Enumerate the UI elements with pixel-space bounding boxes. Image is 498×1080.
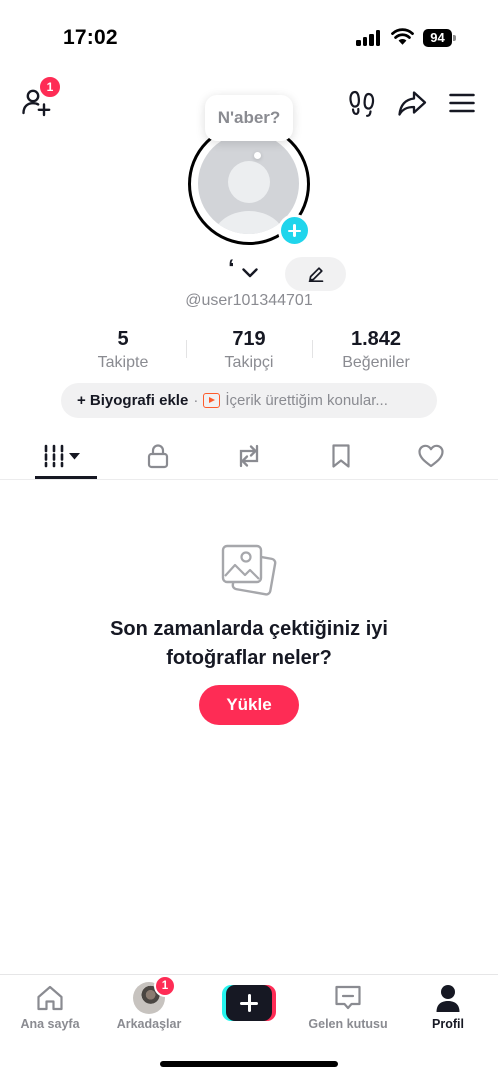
friends-badge: 1	[154, 975, 176, 997]
pencil-icon	[308, 267, 323, 283]
followers-label: Takipçi	[224, 354, 274, 371]
empty-state-title-line-1: Son zamanlarda çektiğiniz iyi	[110, 618, 388, 640]
photos-icon	[221, 544, 277, 596]
add-avatar-icon[interactable]	[278, 214, 311, 247]
nav-friends[interactable]: Arkadaşlar	[101, 982, 197, 1032]
display-name: ‘	[228, 255, 235, 282]
add-bio-button[interactable]: + Biyografi ekle	[77, 392, 188, 409]
upload-button[interactable]: Yükle	[199, 685, 299, 725]
tab-private[interactable]	[136, 434, 180, 478]
empty-state-title-line-2: fotoğraflar neler?	[166, 647, 332, 669]
repost-icon	[239, 444, 259, 468]
likes-label: Beğeniler	[342, 354, 410, 371]
stat-divider	[312, 340, 313, 358]
signal-icon	[356, 30, 382, 46]
nav-profile-label: Profil	[432, 1017, 464, 1031]
tabs-divider	[0, 479, 498, 480]
bubble-tail	[254, 152, 261, 159]
wifi-icon	[391, 28, 414, 45]
menu-button[interactable]	[448, 90, 476, 116]
menu-icon	[449, 93, 475, 113]
status-bar: 17:02 94	[0, 0, 498, 70]
nav-inbox[interactable]: Gelen kutusu	[300, 982, 396, 1032]
bottom-nav-divider	[0, 974, 498, 975]
bio-bar[interactable]: + Biyografi ekle · İçerik ürettiğim konu…	[61, 383, 437, 418]
add-friend-badge: 1	[38, 75, 62, 99]
stat-likes[interactable]: 1.842 Beğeniler	[330, 327, 422, 373]
tab-favorites[interactable]	[319, 434, 363, 478]
profile-views-button[interactable]	[346, 88, 378, 118]
nav-home-label: Ana sayfa	[20, 1017, 80, 1031]
likes-count: 1.842	[350, 328, 402, 350]
status-time: 17:02	[63, 26, 118, 49]
profile-icon	[436, 985, 460, 1012]
bio-separator: ·	[193, 392, 199, 409]
following-count: 5	[117, 328, 129, 350]
tab-liked[interactable]	[409, 434, 453, 478]
share-icon	[398, 91, 427, 116]
followers-count: 719	[232, 328, 266, 350]
empty-state-title: Son zamanlarda çektiğiniz iyi fotoğrafla…	[0, 615, 498, 673]
content-topics-button[interactable]: İçerik ürettiğim konular...	[225, 392, 388, 409]
heart-icon	[418, 444, 444, 468]
nav-friends-label: Arkadaşlar	[116, 1017, 182, 1031]
inbox-icon	[335, 985, 361, 1010]
bookmark-icon	[332, 444, 350, 468]
stat-followers[interactable]: 719 Takipçi	[208, 327, 290, 373]
nav-inbox-label: Gelen kutusu	[308, 1017, 388, 1031]
create-button[interactable]	[222, 985, 276, 1021]
nav-home[interactable]: Ana sayfa	[2, 982, 98, 1032]
following-label: Takipte	[97, 354, 149, 371]
tab-reposts[interactable]	[227, 434, 271, 478]
home-indicator	[160, 1061, 338, 1067]
battery-level: 94	[423, 29, 452, 47]
tab-videos[interactable]	[36, 434, 96, 478]
edit-profile-button[interactable]	[285, 257, 346, 291]
plus-icon	[226, 985, 272, 1021]
status-note-bubble[interactable]: N'aber?	[205, 95, 293, 141]
nav-profile[interactable]: Profil	[400, 982, 496, 1032]
home-icon	[37, 985, 63, 1011]
chevron-down-icon	[241, 268, 258, 278]
lock-icon	[147, 444, 169, 469]
stat-following[interactable]: 5 Takipte	[82, 327, 164, 373]
battery-icon: 94	[423, 29, 456, 47]
stat-divider	[186, 340, 187, 358]
username: @user101344701	[185, 292, 313, 309]
share-profile-button[interactable]	[396, 88, 428, 118]
display-name-row[interactable]: ‘	[228, 255, 259, 288]
videos-grid-icon	[44, 444, 80, 468]
video-topic-icon	[203, 393, 221, 408]
footprint-icon	[349, 90, 375, 117]
